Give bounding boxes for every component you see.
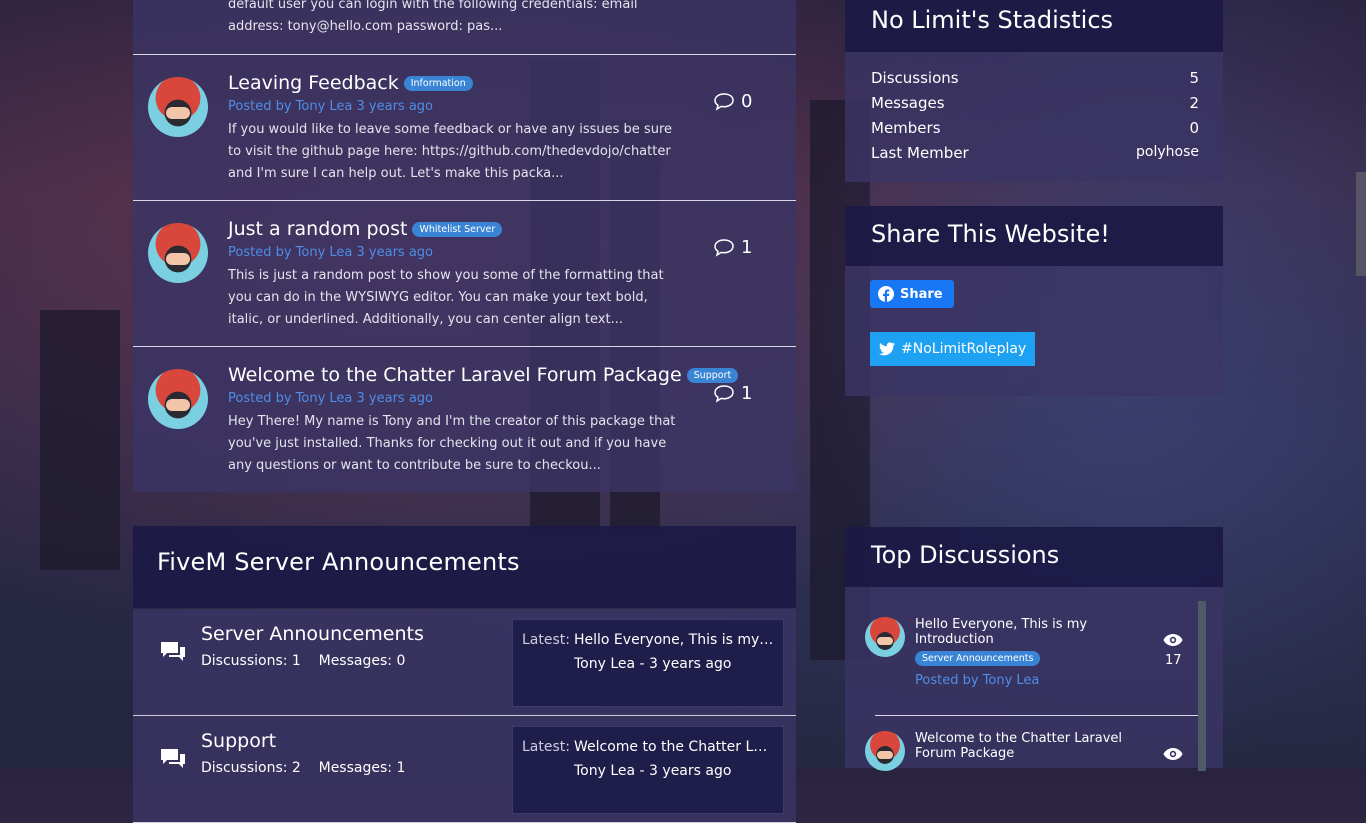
category-badge: Server Announcements — [915, 651, 1041, 666]
facebook-icon — [878, 286, 894, 302]
stat-value[interactable]: polyhose — [1136, 144, 1199, 162]
background-building — [40, 310, 120, 570]
top-discussion-title[interactable]: Hello Everyone, This is my Introduction — [915, 617, 1115, 647]
discussion-excerpt: Hey There! My name is Tony and I'm the c… — [228, 414, 676, 473]
latest-post-box[interactable]: Latest: Welcome to the Chatter Lar... To… — [512, 726, 784, 814]
discussion-title-text[interactable]: Leaving Feedback — [228, 72, 399, 94]
latest-post-box[interactable]: Latest: Hello Everyone, This is my I... … — [512, 619, 784, 707]
reply-count: 1 — [713, 383, 752, 404]
top-discussion-author[interactable]: Posted by Tony Lea — [915, 673, 1039, 688]
stat-label: Last Member — [871, 144, 969, 162]
category-row[interactable]: Server Announcements Discussions: 1 Mess… — [133, 609, 796, 716]
stat-value: 5 — [1189, 69, 1199, 87]
discussion-meta[interactable]: Posted by Tony Lea 3 years ago — [228, 391, 433, 406]
category-title[interactable]: Support — [201, 730, 276, 752]
discussion-row[interactable]: Leaving Feedback Information Posted by To… — [133, 54, 796, 201]
stat-row: Messages 2 — [871, 94, 1199, 112]
top-discussions-header: Top Discussions — [845, 527, 1223, 587]
reply-count-value: 1 — [741, 383, 753, 404]
avatar — [865, 731, 905, 771]
top-discussions-list: Hello Everyone, This is my Introduction … — [845, 587, 1223, 771]
category-title[interactable]: Server Announcements — [201, 623, 424, 645]
stat-label: Discussions — [871, 69, 959, 87]
share-title: Share This Website! — [871, 220, 1110, 248]
latest-title[interactable]: Hello Everyone, This is my I... — [574, 632, 774, 648]
top-discussion-title[interactable]: Welcome to the Chatter Laravel Forum Pac… — [915, 731, 1125, 761]
stats-title: No Limit's Stadistics — [871, 6, 1114, 34]
discussion-title-text[interactable]: Welcome to the Chatter Laravel Forum Pac… — [228, 364, 682, 386]
stat-value: 0 — [1189, 119, 1199, 137]
view-count: 17 — [1165, 653, 1182, 668]
stat-row: Last Member polyhose — [871, 144, 1199, 162]
category-badge: Information — [403, 76, 473, 91]
discussion-meta[interactable]: Posted by Tony Lea 3 years ago — [228, 99, 433, 114]
category-stats: Discussions: 1 Messages: 0 — [201, 653, 406, 669]
discussion-row[interactable]: Just a random post Whitelist Server Poste… — [133, 200, 796, 347]
discussion-excerpt: This is just a random post to show you s… — [228, 268, 664, 327]
stat-label: Members — [871, 119, 941, 137]
avatar — [148, 223, 208, 283]
category-stats: Discussions: 2 Messages: 1 — [201, 760, 406, 776]
latest-label: Latest: — [522, 739, 570, 755]
share-panel: Share #NoLimitRoleplay — [845, 266, 1223, 396]
latest-label: Latest: — [522, 632, 570, 648]
category-badge: Support — [686, 368, 739, 383]
discussion-row[interactable]: Welcome to the Chatter Laravel Forum Pac… — [133, 346, 796, 493]
latest-author: Tony Lea - 3 years ago — [574, 656, 732, 672]
stat-row: Discussions 5 — [871, 69, 1199, 87]
twitter-share-label[interactable]: #NoLimitRoleplay — [901, 341, 1026, 357]
comment-icon — [714, 384, 734, 403]
chat-icon — [161, 642, 185, 661]
facebook-share-button[interactable]: Share — [870, 280, 954, 308]
comment-icon — [714, 238, 734, 257]
share-header: Share This Website! — [845, 206, 1223, 266]
discussion-title[interactable]: Leaving Feedback Information — [228, 72, 473, 94]
announcements-header: FiveM Server Announcements — [133, 526, 796, 608]
reply-count: 1 — [713, 237, 752, 258]
avatar — [865, 617, 905, 657]
eye-icon — [1163, 748, 1183, 760]
latest-title[interactable]: Welcome to the Chatter Lar... — [574, 739, 774, 755]
eye-icon — [1163, 634, 1183, 646]
stats-header: No Limit's Stadistics — [845, 0, 1223, 52]
discussion-meta[interactable]: Posted by Tony Lea 3 years ago — [228, 245, 433, 260]
category-row[interactable]: Support Discussions: 2 Messages: 1 Lates… — [133, 716, 796, 823]
discussion-list: default user you can login with the foll… — [133, 0, 796, 492]
discussion-title[interactable]: Welcome to the Chatter Laravel Forum Pac… — [228, 364, 739, 386]
comment-icon — [714, 92, 734, 111]
twitter-share-button[interactable]: #NoLimitRoleplay — [870, 332, 1036, 366]
discussion-excerpt: If you would like to leave some feedback… — [228, 122, 672, 181]
page-scrollbar[interactable] — [1356, 172, 1366, 276]
avatar — [148, 77, 208, 137]
discussion-title-text[interactable]: Just a random post — [228, 218, 407, 240]
list-scrollbar[interactable] — [1198, 601, 1206, 771]
divider — [875, 715, 1198, 716]
reply-count: 0 — [713, 91, 752, 112]
twitter-icon — [879, 342, 895, 356]
avatar — [148, 369, 208, 429]
reply-count-value: 0 — [741, 91, 753, 112]
discussion-excerpt: default user you can login with the foll… — [228, 0, 638, 34]
discussion-title[interactable]: Just a random post Whitelist Server — [228, 218, 503, 240]
stat-value: 2 — [1189, 94, 1199, 112]
facebook-share-label[interactable]: Share — [900, 287, 943, 302]
reply-count-value: 1 — [741, 237, 753, 258]
latest-author: Tony Lea - 3 years ago — [574, 763, 732, 779]
stat-row: Members 0 — [871, 119, 1199, 137]
category-badge: Whitelist Server — [412, 222, 503, 237]
chat-icon — [161, 749, 185, 768]
stat-label: Messages — [871, 94, 945, 112]
top-discussions-title: Top Discussions — [871, 541, 1060, 569]
section-title: FiveM Server Announcements — [157, 548, 520, 576]
stats-panel: Discussions 5 Messages 2 Members 0 Last Mem… — [845, 52, 1223, 182]
